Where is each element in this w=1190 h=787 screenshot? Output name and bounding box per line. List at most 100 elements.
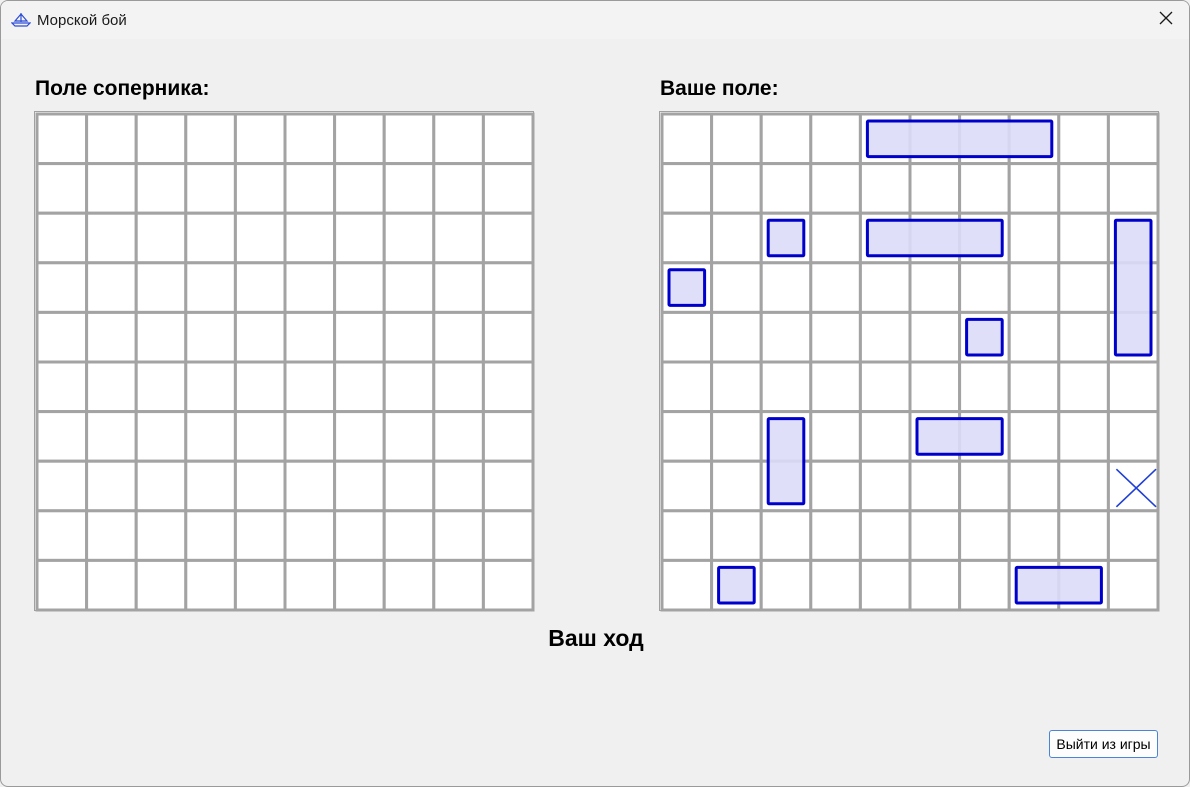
opponent-board-cell[interactable]: [184, 360, 237, 414]
opponent-board-cell[interactable]: [283, 558, 337, 612]
opponent-board-cell[interactable]: [184, 459, 237, 513]
opponent-board-cell[interactable]: [382, 211, 436, 265]
opponent-board-cell[interactable]: [134, 211, 188, 265]
opponent-board-cell[interactable]: [233, 509, 287, 562]
opponent-board-cell[interactable]: [333, 261, 386, 314]
opponent-board-cell[interactable]: [85, 509, 138, 562]
opponent-board-cell[interactable]: [35, 558, 89, 612]
opponent-board-cell[interactable]: [283, 410, 337, 463]
opponent-board-cell[interactable]: [134, 360, 188, 414]
opponent-board-cell[interactable]: [233, 459, 287, 513]
opponent-board-cell[interactable]: [333, 558, 386, 612]
opponent-board-cell[interactable]: [233, 162, 287, 215]
opponent-board-cell[interactable]: [184, 261, 237, 314]
opponent-board-cell[interactable]: [35, 459, 89, 513]
opponent-board-cell[interactable]: [233, 211, 287, 265]
opponent-board-cell[interactable]: [35, 162, 89, 215]
opponent-board-cell[interactable]: [333, 162, 386, 215]
opponent-board-cell[interactable]: [432, 112, 485, 166]
opponent-board-cell[interactable]: [85, 558, 138, 612]
opponent-board-cell[interactable]: [432, 558, 485, 612]
opponent-board-cell[interactable]: [432, 310, 485, 364]
opponent-board-cell[interactable]: [333, 509, 386, 562]
opponent-board-cell[interactable]: [85, 459, 138, 513]
opponent-board-cell[interactable]: [233, 558, 287, 612]
opponent-board-cell[interactable]: [35, 112, 89, 166]
opponent-board-cell[interactable]: [134, 558, 188, 612]
opponent-board-cell[interactable]: [432, 360, 485, 414]
opponent-board-cell[interactable]: [432, 211, 485, 265]
opponent-board-cell[interactable]: [333, 310, 386, 364]
opponent-board-cell[interactable]: [85, 360, 138, 414]
opponent-board-cell[interactable]: [134, 162, 188, 215]
opponent-board-cell[interactable]: [134, 459, 188, 513]
opponent-board-cell[interactable]: [283, 162, 337, 215]
opponent-board-cell[interactable]: [134, 261, 188, 314]
opponent-board-cell[interactable]: [382, 509, 436, 562]
opponent-board-cell[interactable]: [283, 310, 337, 364]
opponent-board-cell[interactable]: [184, 410, 237, 463]
opponent-board-cell[interactable]: [333, 211, 386, 265]
close-button[interactable]: [1143, 1, 1189, 39]
opponent-board-cell[interactable]: [85, 261, 138, 314]
opponent-board-cell[interactable]: [432, 261, 485, 314]
opponent-board-cell[interactable]: [382, 261, 436, 314]
opponent-board-cell[interactable]: [283, 211, 337, 265]
opponent-board-cell[interactable]: [184, 509, 237, 562]
opponent-board-cell[interactable]: [85, 112, 138, 166]
opponent-board-cell[interactable]: [481, 112, 535, 166]
opponent-board-cell[interactable]: [382, 459, 436, 513]
opponent-board-cell[interactable]: [184, 211, 237, 265]
opponent-board[interactable]: [34, 111, 535, 612]
opponent-board-cell[interactable]: [382, 162, 436, 215]
opponent-board-cell[interactable]: [333, 410, 386, 463]
opponent-board-cell[interactable]: [35, 211, 89, 265]
opponent-board-cell[interactable]: [481, 410, 535, 463]
opponent-board-cell[interactable]: [134, 509, 188, 562]
opponent-board-cell[interactable]: [481, 211, 535, 265]
opponent-board-cell[interactable]: [432, 459, 485, 513]
opponent-board-cell[interactable]: [333, 360, 386, 414]
opponent-board-cell[interactable]: [481, 310, 535, 364]
opponent-board-cell[interactable]: [134, 310, 188, 364]
opponent-board-cell[interactable]: [481, 360, 535, 414]
opponent-board-cell[interactable]: [283, 509, 337, 562]
opponent-board-cell[interactable]: [233, 310, 287, 364]
opponent-board-cell[interactable]: [134, 410, 188, 463]
opponent-board-cell[interactable]: [35, 310, 89, 364]
opponent-board-cell[interactable]: [35, 410, 89, 463]
opponent-board-cell[interactable]: [184, 162, 237, 215]
opponent-board-cell[interactable]: [283, 360, 337, 414]
opponent-board-cell[interactable]: [481, 558, 535, 612]
opponent-board-cell[interactable]: [432, 410, 485, 463]
opponent-board-cell[interactable]: [233, 112, 287, 166]
opponent-board-cell[interactable]: [382, 310, 436, 364]
opponent-board-cell[interactable]: [481, 509, 535, 562]
opponent-board-cell[interactable]: [481, 459, 535, 513]
opponent-board-cell[interactable]: [184, 310, 237, 364]
opponent-grid[interactable]: [35, 112, 535, 612]
opponent-board-cell[interactable]: [283, 459, 337, 513]
opponent-board-cell[interactable]: [481, 261, 535, 314]
opponent-board-cell[interactable]: [283, 112, 337, 166]
opponent-board-cell[interactable]: [233, 360, 287, 414]
opponent-board-cell[interactable]: [35, 360, 89, 414]
opponent-board-cell[interactable]: [382, 558, 436, 612]
opponent-board-cell[interactable]: [85, 410, 138, 463]
opponent-board-cell[interactable]: [481, 162, 535, 215]
opponent-board-cell[interactable]: [382, 410, 436, 463]
opponent-board-cell[interactable]: [432, 162, 485, 215]
opponent-board-cell[interactable]: [432, 509, 485, 562]
opponent-board-cell[interactable]: [134, 112, 188, 166]
opponent-board-cell[interactable]: [85, 211, 138, 265]
opponent-board-cell[interactable]: [35, 261, 89, 314]
exit-game-button[interactable]: Выйти из игры: [1049, 730, 1158, 758]
opponent-board-cell[interactable]: [333, 459, 386, 513]
opponent-board-cell[interactable]: [184, 558, 237, 612]
opponent-board-cell[interactable]: [382, 112, 436, 166]
opponent-board-cell[interactable]: [382, 360, 436, 414]
opponent-board-cell[interactable]: [233, 410, 287, 463]
opponent-board-cell[interactable]: [283, 261, 337, 314]
opponent-board-cell[interactable]: [233, 261, 287, 314]
opponent-board-cell[interactable]: [85, 162, 138, 215]
